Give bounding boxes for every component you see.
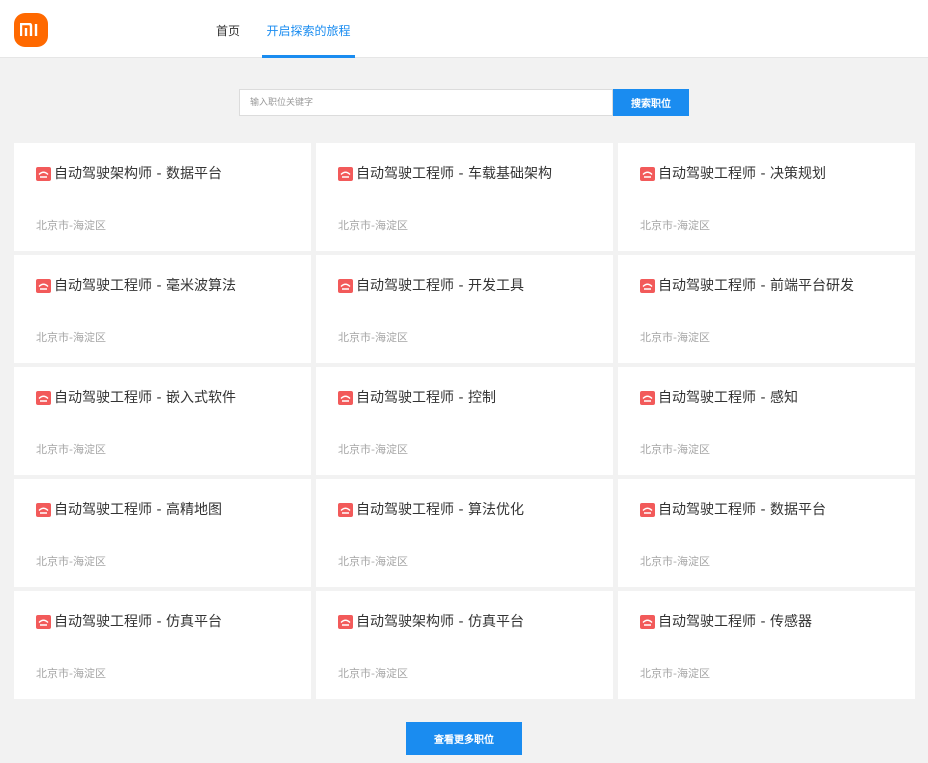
job-location: 北京市-海淀区 (640, 667, 710, 680)
job-location: 北京市-海淀区 (36, 667, 106, 680)
job-search-input[interactable] (239, 89, 613, 116)
job-card[interactable]: 自动驾驶架构师 - 数据平台北京市-海淀区 (14, 143, 311, 251)
job-badge-icon (640, 615, 655, 629)
job-title[interactable]: 自动驾驶工程师 - 决策规划 (640, 163, 860, 185)
job-card[interactable]: 自动驾驶工程师 - 毫米波算法北京市-海淀区 (14, 255, 311, 363)
job-card[interactable]: 自动驾驶工程师 - 传感器北京市-海淀区 (618, 591, 915, 699)
job-badge-icon (36, 391, 51, 405)
nav-explore-journey[interactable]: 开启探索的旅程 (262, 0, 355, 58)
nav-home[interactable]: 首页 (208, 0, 248, 57)
job-location: 北京市-海淀区 (338, 555, 408, 568)
job-location: 北京市-海淀区 (640, 443, 710, 456)
job-card[interactable]: 自动驾驶工程师 - 数据平台北京市-海淀区 (618, 479, 915, 587)
job-location: 北京市-海淀区 (36, 219, 106, 232)
job-card[interactable]: 自动驾驶架构师 - 仿真平台北京市-海淀区 (316, 591, 613, 699)
job-title[interactable]: 自动驾驶工程师 - 车载基础架构 (338, 163, 558, 185)
job-title-text: 自动驾驶工程师 - 毫米波算法 (54, 278, 236, 294)
job-badge-icon (640, 167, 655, 181)
job-title[interactable]: 自动驾驶工程师 - 数据平台 (640, 499, 860, 521)
job-location: 北京市-海淀区 (338, 667, 408, 680)
job-badge-icon (338, 615, 353, 629)
job-title-text: 自动驾驶工程师 - 车载基础架构 (356, 166, 552, 182)
job-badge-icon (338, 503, 353, 517)
job-badge-icon (338, 391, 353, 405)
job-title[interactable]: 自动驾驶工程师 - 前端平台研发 (640, 275, 860, 297)
job-location: 北京市-海淀区 (338, 219, 408, 232)
job-title[interactable]: 自动驾驶工程师 - 嵌入式软件 (36, 387, 256, 409)
job-location: 北京市-海淀区 (36, 331, 106, 344)
job-badge-icon (640, 279, 655, 293)
job-title-text: 自动驾驶工程师 - 仿真平台 (54, 614, 222, 630)
job-card[interactable]: 自动驾驶工程师 - 决策规划北京市-海淀区 (618, 143, 915, 251)
job-title-text: 自动驾驶工程师 - 嵌入式软件 (54, 390, 236, 406)
job-card[interactable]: 自动驾驶工程师 - 感知北京市-海淀区 (618, 367, 915, 475)
job-badge-icon (640, 503, 655, 517)
job-title[interactable]: 自动驾驶工程师 - 毫米波算法 (36, 275, 256, 297)
job-title[interactable]: 自动驾驶架构师 - 数据平台 (36, 163, 256, 185)
xiaomi-logo-icon[interactable] (14, 13, 48, 47)
job-title[interactable]: 自动驾驶工程师 - 开发工具 (338, 275, 558, 297)
job-list: 自动驾驶架构师 - 数据平台 北京市-海淀区 自动驾驶工程师 - 车载基础架构 北京市… (14, 143, 915, 699)
job-location: 北京市-海淀区 (640, 331, 710, 344)
job-card[interactable]: 自动驾驶工程师 - 开发工具北京市-海淀区 (316, 255, 613, 363)
job-title[interactable]: 自动驾驶工程师 - 高精地图 (36, 499, 256, 521)
job-badge-icon (338, 167, 353, 181)
job-card[interactable]: 自动驾驶工程师 - 嵌入式软件北京市-海淀区 (14, 367, 311, 475)
job-badge-icon (338, 279, 353, 293)
job-location: 北京市-海淀区 (36, 555, 106, 568)
job-title-text: 自动驾驶工程师 - 传感器 (658, 614, 812, 630)
view-more-jobs-button[interactable]: 查看更多职位 (406, 722, 522, 755)
job-title-text: 自动驾驶架构师 - 仿真平台 (356, 614, 524, 630)
job-title-text: 自动驾驶工程师 - 感知 (658, 390, 798, 406)
job-card[interactable]: 自动驾驶工程师 - 仿真平台北京市-海淀区 (14, 591, 311, 699)
job-location: 北京市-海淀区 (640, 555, 710, 568)
job-title-text: 自动驾驶工程师 - 高精地图 (54, 502, 222, 518)
job-card[interactable]: 自动驾驶工程师 - 控制北京市-海淀区 (316, 367, 613, 475)
job-title-text: 自动驾驶工程师 - 算法优化 (356, 502, 524, 518)
job-title-text: 自动驾驶工程师 - 数据平台 (658, 502, 826, 518)
job-title-text: 自动驾驶工程师 - 控制 (356, 390, 496, 406)
job-location: 北京市-海淀区 (640, 219, 710, 232)
top-header: 首页 开启探索的旅程 (0, 0, 928, 58)
job-title-text: 自动驾驶工程师 - 决策规划 (658, 166, 826, 182)
job-title[interactable]: 自动驾驶工程师 - 控制 (338, 387, 558, 409)
job-card[interactable]: 自动驾驶工程师 - 高精地图北京市-海淀区 (14, 479, 311, 587)
job-badge-icon (36, 279, 51, 293)
job-card[interactable]: 自动驾驶工程师 - 车载基础架构北京市-海淀区 (316, 143, 613, 251)
job-title[interactable]: 自动驾驶工程师 - 传感器 (640, 611, 860, 633)
job-title[interactable]: 自动驾驶工程师 - 仿真平台 (36, 611, 256, 633)
job-title-text: 自动驾驶工程师 - 开发工具 (356, 278, 524, 294)
job-title[interactable]: 自动驾驶工程师 - 感知 (640, 387, 860, 409)
job-title[interactable]: 自动驾驶架构师 - 仿真平台 (338, 611, 558, 633)
job-title[interactable]: 自动驾驶工程师 - 算法优化 (338, 499, 558, 521)
job-title-text: 自动驾驶架构师 - 数据平台 (54, 166, 222, 182)
job-location: 北京市-海淀区 (338, 331, 408, 344)
job-location: 北京市-海淀区 (338, 443, 408, 456)
job-card[interactable]: 自动驾驶工程师 - 前端平台研发北京市-海淀区 (618, 255, 915, 363)
job-badge-icon (36, 615, 51, 629)
job-badge-icon (36, 503, 51, 517)
job-badge-icon (640, 391, 655, 405)
job-title-text: 自动驾驶工程师 - 前端平台研发 (658, 278, 854, 294)
job-badge-icon (36, 167, 51, 181)
search-jobs-button[interactable]: 搜索职位 (613, 89, 689, 116)
job-card[interactable]: 自动驾驶工程师 - 算法优化北京市-海淀区 (316, 479, 613, 587)
job-location: 北京市-海淀区 (36, 443, 106, 456)
